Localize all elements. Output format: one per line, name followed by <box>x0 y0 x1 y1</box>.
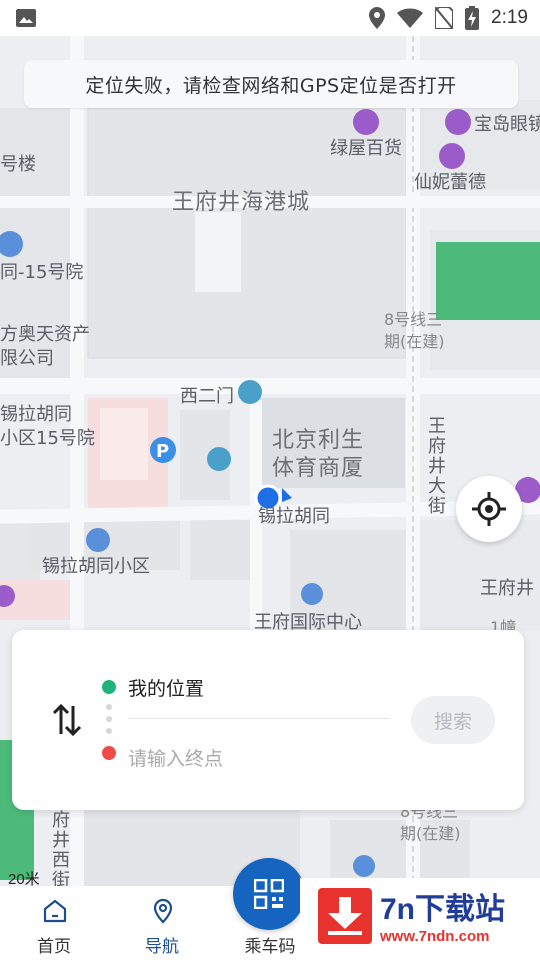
locate-me-button[interactable] <box>456 476 522 542</box>
location-icon <box>369 7 386 29</box>
route-connector-dot <box>106 728 112 734</box>
map-label: 锡拉胡同 <box>258 506 330 527</box>
map-label: 西二门 <box>180 386 234 407</box>
gallery-notification-icon <box>16 9 36 27</box>
status-icons: 2:19 <box>369 6 528 30</box>
map-label: 体育商厦 <box>272 456 365 481</box>
crosshair-icon <box>472 492 506 526</box>
map-label: 期(在建) <box>384 332 445 351</box>
navigation-pin-icon <box>153 898 173 924</box>
map-label: 绿屋百货 <box>330 138 402 159</box>
map-label: 方奥天资产 <box>0 324 90 345</box>
tab-home[interactable]: 首页 <box>4 886 104 960</box>
map-label: 小区15号院 <box>0 428 95 449</box>
no-sim-icon <box>435 7 454 29</box>
map-label: 期(在建) <box>400 824 461 843</box>
map-label: 同-15号院 <box>0 262 84 283</box>
svg-text:P: P <box>156 441 169 462</box>
watermark-ad: 7n下载站 www.7ndn.com <box>300 878 540 960</box>
map-label: 王府井大街 <box>425 416 446 516</box>
map-label: 王府井 <box>480 578 534 599</box>
status-bar: 2:19 <box>0 0 540 36</box>
destination-dot <box>102 746 116 760</box>
map-label: 宝岛眼镜 <box>474 114 540 135</box>
search-button[interactable]: 搜索 <box>411 696 495 744</box>
qr-code-icon <box>254 879 284 909</box>
map-label: 锡拉胡同 <box>0 404 72 425</box>
origin-field[interactable]: 我的位置 <box>128 674 204 701</box>
watermark-brand: 7n下载站 <box>380 893 506 926</box>
home-icon <box>43 899 67 923</box>
battery-charging-icon <box>465 6 480 30</box>
destination-input[interactable]: 请输入终点 <box>128 744 223 771</box>
map-label: 府井西街 <box>49 810 70 886</box>
route-input-panel: 我的位置 请输入终点 搜索 <box>12 630 524 810</box>
wifi-icon <box>397 8 424 28</box>
tab-home-label: 首页 <box>37 937 71 957</box>
route-connector-dot <box>106 704 112 710</box>
swap-origin-destination-icon[interactable] <box>52 704 82 736</box>
field-divider <box>128 718 390 719</box>
tab-navigation-label: 导航 <box>145 937 179 957</box>
map-label: 限公司 <box>0 348 54 369</box>
download-logo-icon <box>318 888 372 944</box>
map-label: 8号线三 <box>384 310 443 329</box>
status-time: 2:19 <box>491 7 528 28</box>
tab-ride-code-label: 乘车码 <box>244 937 296 957</box>
map-label: 仙妮蕾德 <box>414 172 486 193</box>
watermark-url: www.7ndn.com <box>380 928 490 945</box>
route-connector-dot <box>106 716 112 722</box>
tab-navigation[interactable]: 导航 <box>112 886 212 960</box>
location-failed-toast: 定位失败，请检查网络和GPS定位是否打开 <box>24 60 518 108</box>
map-label: 王府井海港城 <box>172 190 311 215</box>
origin-dot <box>102 680 116 694</box>
map-label: 锡拉胡同小区 <box>42 556 150 577</box>
ride-code-button[interactable] <box>233 858 305 930</box>
map-label: 号楼 <box>0 154 36 175</box>
